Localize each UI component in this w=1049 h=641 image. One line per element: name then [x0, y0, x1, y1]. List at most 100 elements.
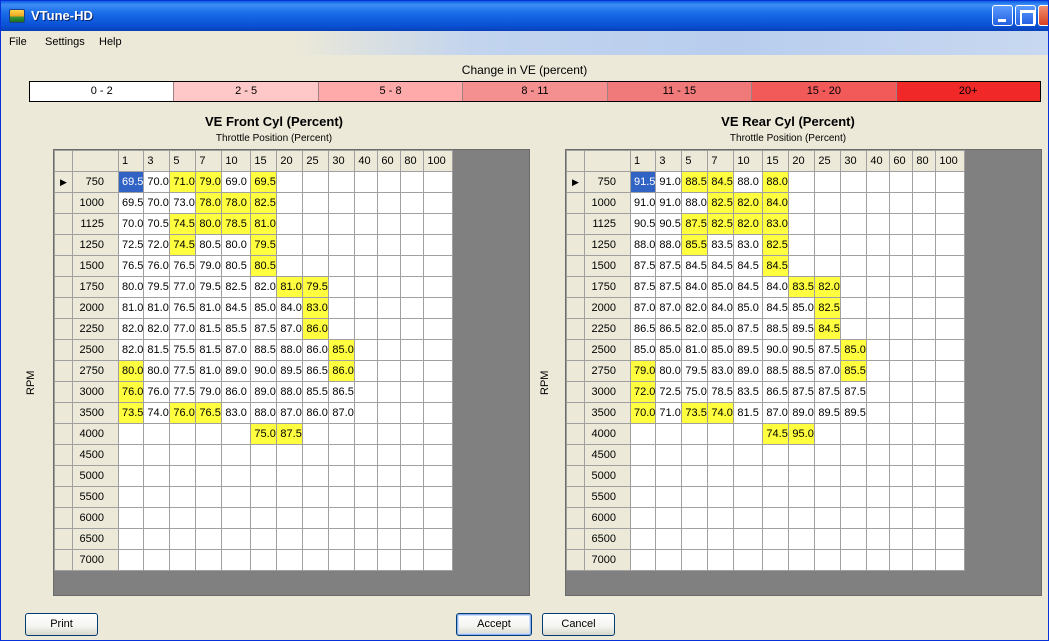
ve-cell[interactable] [655, 486, 683, 508]
rpm-row-header[interactable]: 7000 [72, 549, 119, 571]
ve-cell[interactable]: 88.5 [762, 360, 790, 382]
ve-cell[interactable]: 85.0 [733, 297, 764, 319]
ve-cell[interactable] [169, 465, 197, 487]
ve-cell[interactable] [629, 507, 657, 529]
ve-cell[interactable] [377, 465, 402, 487]
ve-cell[interactable]: 69.5 [117, 171, 145, 193]
ve-cell[interactable]: 72.5 [117, 234, 145, 256]
triangle-right-icon[interactable]: ▶ [54, 171, 73, 193]
ve-cell[interactable] [423, 486, 454, 508]
ve-cell[interactable] [889, 318, 914, 340]
ve-cell[interactable]: 78.5 [221, 213, 252, 235]
throttle-column-header[interactable]: 3 [655, 150, 683, 172]
ve-cell[interactable] [400, 339, 425, 361]
ve-cell[interactable] [889, 171, 914, 193]
ve-cell[interactable] [354, 423, 379, 445]
ve-cell[interactable]: 79.0 [195, 381, 223, 403]
ve-cell[interactable]: 89.5 [276, 360, 304, 382]
ve-cell[interactable] [707, 465, 735, 487]
ve-cell[interactable] [400, 192, 425, 214]
row-selector[interactable] [566, 297, 585, 319]
ve-cell[interactable] [221, 528, 252, 550]
ve-cell[interactable]: 89.0 [788, 402, 816, 424]
ve-cell[interactable]: 84.5 [814, 318, 842, 340]
ve-cell[interactable] [840, 234, 868, 256]
ve-cell[interactable] [655, 465, 683, 487]
rpm-row-header[interactable]: 5000 [72, 465, 119, 487]
ve-cell[interactable]: 81.0 [250, 213, 278, 235]
ve-cell[interactable] [354, 486, 379, 508]
ve-cell[interactable] [840, 423, 868, 445]
rpm-row-header[interactable]: 2250 [584, 318, 631, 340]
ve-cell[interactable] [935, 339, 966, 361]
ve-cell[interactable]: 86.0 [221, 381, 252, 403]
throttle-column-header[interactable]: 7 [195, 150, 223, 172]
ve-cell[interactable]: 80.0 [143, 360, 171, 382]
ve-cell[interactable]: 82.0 [250, 276, 278, 298]
throttle-column-header[interactable]: 10 [221, 150, 252, 172]
ve-cell[interactable]: 88.0 [276, 381, 304, 403]
ve-cell[interactable] [328, 234, 356, 256]
ve-cell[interactable]: 73.5 [681, 402, 709, 424]
ve-cell[interactable]: 82.5 [250, 192, 278, 214]
ve-cell[interactable]: 85.0 [707, 318, 735, 340]
ve-cell[interactable] [788, 234, 816, 256]
ve-cell[interactable] [328, 444, 356, 466]
ve-cell[interactable] [935, 402, 966, 424]
ve-cell[interactable]: 87.0 [655, 297, 683, 319]
ve-cell[interactable]: 91.0 [655, 171, 683, 193]
rpm-row-header[interactable]: 6000 [72, 507, 119, 529]
ve-cell[interactable] [889, 234, 914, 256]
ve-cell[interactable]: 85.0 [655, 339, 683, 361]
ve-cell[interactable] [629, 486, 657, 508]
rpm-row-header[interactable]: 6500 [584, 528, 631, 550]
ve-cell[interactable] [788, 255, 816, 277]
ve-cell[interactable] [840, 507, 868, 529]
ve-cell[interactable] [377, 528, 402, 550]
ve-cell[interactable]: 82.0 [117, 339, 145, 361]
throttle-column-header[interactable]: 5 [681, 150, 709, 172]
ve-cell[interactable] [377, 381, 402, 403]
ve-cell[interactable] [250, 465, 278, 487]
ve-cell[interactable]: 85.0 [707, 276, 735, 298]
throttle-column-header[interactable]: 80 [912, 150, 937, 172]
throttle-column-header[interactable]: 7 [707, 150, 735, 172]
ve-cell[interactable] [840, 297, 868, 319]
ve-cell[interactable]: 76.0 [143, 381, 171, 403]
ve-cell[interactable] [276, 465, 304, 487]
ve-cell[interactable] [866, 465, 891, 487]
ve-cell[interactable]: 76.5 [169, 255, 197, 277]
ve-cell[interactable] [840, 255, 868, 277]
ve-cell[interactable]: 87.0 [328, 402, 356, 424]
ve-cell[interactable]: 86.0 [302, 339, 330, 361]
ve-cell[interactable]: 84.5 [707, 171, 735, 193]
ve-cell[interactable] [250, 486, 278, 508]
ve-cell[interactable] [423, 360, 454, 382]
row-selector[interactable] [566, 507, 585, 529]
throttle-column-header[interactable]: 40 [354, 150, 379, 172]
ve-cell[interactable] [423, 444, 454, 466]
row-selector[interactable] [566, 444, 585, 466]
ve-cell[interactable]: 74.5 [762, 423, 790, 445]
ve-cell[interactable] [814, 423, 842, 445]
ve-cell[interactable] [354, 465, 379, 487]
ve-cell[interactable] [866, 528, 891, 550]
ve-cell[interactable] [195, 486, 223, 508]
ve-cell[interactable] [354, 339, 379, 361]
row-selector[interactable] [54, 234, 73, 256]
ve-cell[interactable] [400, 549, 425, 571]
ve-cell[interactable] [814, 192, 842, 214]
ve-cell[interactable]: 81.5 [195, 339, 223, 361]
ve-cell[interactable] [889, 339, 914, 361]
ve-cell[interactable] [400, 255, 425, 277]
ve-cell[interactable]: 89.0 [733, 360, 764, 382]
ve-cell[interactable] [889, 507, 914, 529]
ve-cell[interactable] [788, 507, 816, 529]
ve-cell[interactable]: 81.0 [195, 360, 223, 382]
row-selector[interactable] [566, 255, 585, 277]
ve-cell[interactable] [400, 171, 425, 193]
ve-cell[interactable] [423, 192, 454, 214]
ve-cell[interactable]: 73.5 [117, 402, 145, 424]
throttle-column-header[interactable]: 100 [423, 150, 454, 172]
ve-cell[interactable] [377, 339, 402, 361]
